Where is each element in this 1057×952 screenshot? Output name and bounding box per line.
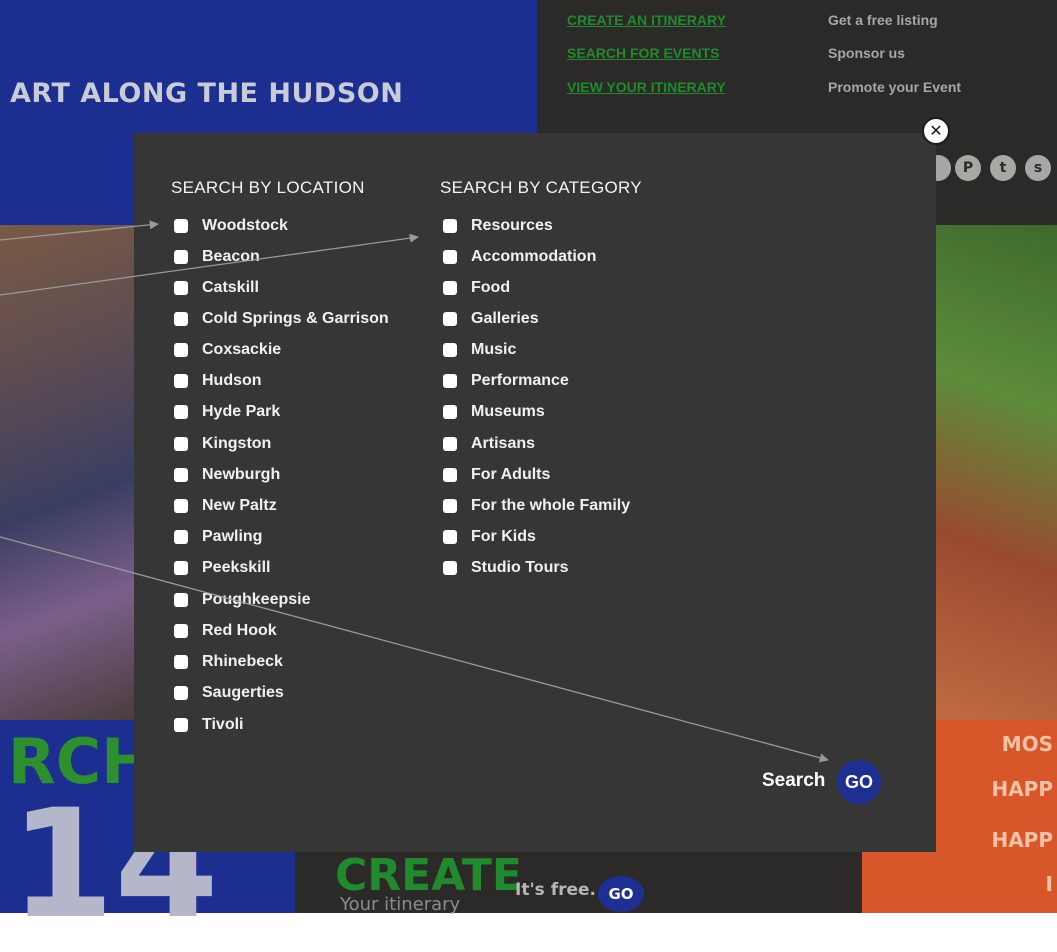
checkbox[interactable] <box>174 468 188 482</box>
location-option[interactable]: Kingston <box>174 434 271 454</box>
location-option[interactable]: Woodstock <box>174 216 288 236</box>
location-option[interactable]: Catskill <box>174 278 259 298</box>
category-option[interactable]: Artisans <box>443 434 535 454</box>
checkbox[interactable] <box>443 250 457 264</box>
category-heading: SEARCH BY CATEGORY <box>440 178 642 197</box>
checkbox[interactable] <box>174 624 188 638</box>
category-option[interactable]: Accommodation <box>443 247 596 267</box>
checkbox[interactable] <box>174 250 188 264</box>
location-option[interactable]: Beacon <box>174 247 260 267</box>
checkbox[interactable] <box>443 219 457 233</box>
search-modal <box>134 133 936 852</box>
checkbox[interactable] <box>174 718 188 732</box>
sponsor-link[interactable]: Sponsor us <box>828 45 905 61</box>
checkbox[interactable] <box>174 437 188 451</box>
view-itinerary-link[interactable]: VIEW YOUR ITINERARY <box>567 79 726 95</box>
happenings-line-4[interactable]: I <box>1046 872 1053 896</box>
twitter-icon[interactable]: t <box>990 155 1016 181</box>
location-option[interactable]: Saugerties <box>174 683 284 703</box>
location-option[interactable]: Hyde Park <box>174 402 280 422</box>
hero-photo-right <box>935 225 1057 720</box>
category-option[interactable]: Resources <box>443 216 553 236</box>
category-option[interactable]: For Kids <box>443 527 536 547</box>
location-heading: SEARCH BY LOCATION <box>171 178 365 197</box>
create-go-button[interactable]: GO <box>598 876 644 912</box>
free-text: It's free. <box>515 880 596 900</box>
checkbox[interactable] <box>174 530 188 544</box>
checkbox[interactable] <box>443 343 457 357</box>
checkbox[interactable] <box>174 499 188 513</box>
category-option[interactable]: Performance <box>443 371 569 391</box>
category-option[interactable]: Galleries <box>443 309 539 329</box>
location-option[interactable]: Coxsackie <box>174 340 281 360</box>
location-option[interactable]: Peekskill <box>174 558 271 578</box>
free-listing-link[interactable]: Get a free listing <box>828 12 938 28</box>
category-option[interactable]: Music <box>443 340 516 360</box>
checkbox[interactable] <box>443 281 457 295</box>
happenings-line-2[interactable]: HAPP <box>991 777 1053 801</box>
checkbox[interactable] <box>443 374 457 388</box>
checkbox[interactable] <box>174 343 188 357</box>
checkbox[interactable] <box>174 312 188 326</box>
location-option[interactable]: Red Hook <box>174 621 277 641</box>
checkbox[interactable] <box>174 374 188 388</box>
location-option[interactable]: Tivoli <box>174 715 244 735</box>
location-option[interactable]: Hudson <box>174 371 262 391</box>
checkbox[interactable] <box>443 437 457 451</box>
create-subheading: Your itinerary <box>340 894 461 915</box>
hero-photo-left <box>0 225 150 720</box>
category-option[interactable]: Museums <box>443 402 545 422</box>
pinterest-icon[interactable]: P <box>955 155 981 181</box>
close-circle-icon[interactable]: ✕ <box>922 117 950 145</box>
category-option[interactable]: For the whole Family <box>443 496 630 516</box>
happenings-line-3[interactable]: HAPP <box>991 828 1053 852</box>
search-label: Search <box>762 770 826 791</box>
checkbox[interactable] <box>443 499 457 513</box>
category-option[interactable]: Studio Tours <box>443 558 568 578</box>
location-option[interactable]: Newburgh <box>174 465 280 485</box>
location-option[interactable]: New Paltz <box>174 496 277 516</box>
go-button[interactable]: GO <box>837 760 881 804</box>
happenings-line-1[interactable]: MOS <box>1002 732 1053 756</box>
location-option[interactable]: Pawling <box>174 527 262 547</box>
site-title: ART ALONG THE HUDSON <box>10 78 404 109</box>
checkbox[interactable] <box>443 312 457 326</box>
stumbleupon-icon[interactable]: s <box>1025 155 1051 181</box>
promote-event-link[interactable]: Promote your Event <box>828 79 961 95</box>
checkbox[interactable] <box>174 219 188 233</box>
checkbox[interactable] <box>174 405 188 419</box>
search-events-link[interactable]: SEARCH FOR EVENTS <box>567 45 719 61</box>
checkbox[interactable] <box>443 468 457 482</box>
checkbox[interactable] <box>443 405 457 419</box>
category-option[interactable]: For Adults <box>443 465 550 485</box>
checkbox[interactable] <box>443 561 457 575</box>
checkbox[interactable] <box>443 530 457 544</box>
checkbox[interactable] <box>174 281 188 295</box>
checkbox[interactable] <box>174 593 188 607</box>
checkbox[interactable] <box>174 686 188 700</box>
create-heading: CREATE <box>335 850 522 901</box>
create-itinerary-link[interactable]: CREATE AN ITINERARY <box>567 12 726 28</box>
location-option[interactable]: Rhinebeck <box>174 652 283 672</box>
checkbox[interactable] <box>174 561 188 575</box>
location-option[interactable]: Poughkeepsie <box>174 590 310 610</box>
category-option[interactable]: Food <box>443 278 510 298</box>
checkbox[interactable] <box>174 655 188 669</box>
location-option[interactable]: Cold Springs & Garrison <box>174 309 389 329</box>
